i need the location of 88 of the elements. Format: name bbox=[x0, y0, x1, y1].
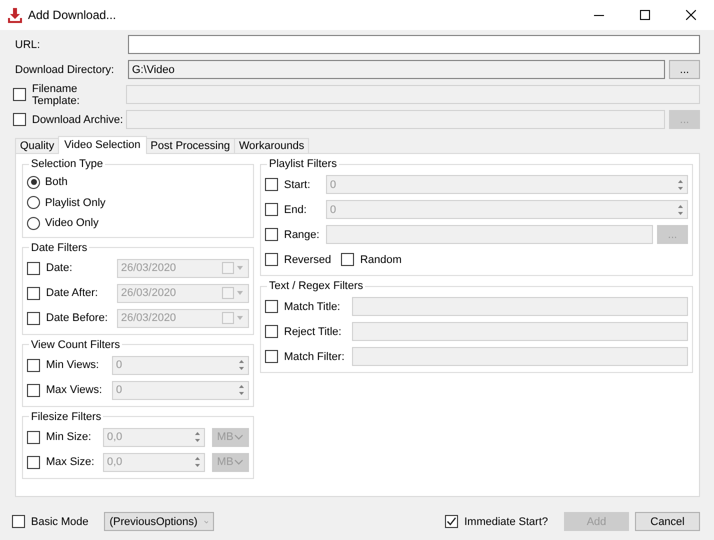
date-picker[interactable]: 26/03/2020 bbox=[117, 308, 249, 328]
checkbox-label: Max Size: bbox=[46, 456, 96, 468]
group-title: Text / Regex Filters bbox=[268, 280, 364, 292]
calendar-dropdown-icon bbox=[222, 262, 244, 274]
checkbox-label: Match Title: bbox=[284, 300, 342, 312]
checkbox[interactable] bbox=[265, 228, 278, 241]
archive-field[interactable] bbox=[126, 110, 665, 129]
window-title: Add Download... bbox=[28, 8, 116, 22]
checkbox[interactable] bbox=[265, 203, 278, 216]
checkbox-label: Filename Template: bbox=[32, 82, 81, 106]
checkbox[interactable] bbox=[27, 430, 40, 444]
browse-button[interactable]: ... bbox=[669, 110, 700, 129]
checkbox-label: Min Size: bbox=[46, 431, 92, 443]
checkbox[interactable] bbox=[12, 515, 25, 528]
date-picker[interactable]: 26/03/2020 bbox=[117, 284, 249, 302]
profile-dropdown[interactable]: (PreviousOptions) bbox=[104, 512, 214, 531]
group-title: Selection Type bbox=[30, 158, 104, 170]
date-picker[interactable]: 26/03/2020 bbox=[117, 258, 249, 278]
group-title: Filesize Filters bbox=[30, 410, 102, 422]
spin-box[interactable]: 0,0 bbox=[103, 428, 205, 446]
maximize-icon[interactable] bbox=[640, 10, 650, 20]
group-title: Date Filters bbox=[30, 242, 88, 254]
checkbox[interactable] bbox=[27, 286, 40, 300]
chevron-icon bbox=[234, 459, 243, 465]
template-field[interactable] bbox=[126, 85, 700, 104]
checkbox-label: Min Views: bbox=[46, 359, 100, 371]
checkbox[interactable] bbox=[265, 350, 278, 363]
filter-field[interactable] bbox=[352, 347, 688, 366]
checkbox[interactable] bbox=[445, 515, 458, 528]
checkbox-label: Immediate Start? bbox=[464, 516, 548, 528]
checkbox-label: End: bbox=[284, 204, 308, 216]
checkbox[interactable] bbox=[27, 384, 40, 396]
chevron-icon bbox=[234, 434, 243, 440]
radio-label: Playlist Only bbox=[45, 196, 106, 209]
spin-box[interactable]: 0,0 bbox=[103, 452, 205, 472]
checkbox-label: Reject Title: bbox=[284, 326, 342, 338]
spin-box[interactable]: 0 bbox=[112, 356, 249, 374]
filter-field[interactable] bbox=[352, 322, 688, 341]
tab[interactable]: Workarounds bbox=[234, 138, 310, 154]
radio-label: Video Only bbox=[45, 217, 99, 230]
checkbox[interactable] bbox=[13, 113, 26, 126]
checkbox-label: Download Archive: bbox=[32, 114, 124, 126]
checkbox[interactable] bbox=[265, 300, 278, 313]
directory-field[interactable]: G:\Video bbox=[128, 60, 665, 79]
calendar-dropdown-icon bbox=[222, 287, 244, 299]
checkbox-label: Max Views: bbox=[46, 384, 104, 396]
group-title: Playlist Filters bbox=[268, 158, 338, 170]
checkbox[interactable] bbox=[27, 358, 40, 372]
filter-field[interactable] bbox=[352, 297, 688, 316]
checkbox-label: Date Before: bbox=[46, 312, 109, 324]
field-label: URL: bbox=[15, 38, 42, 50]
checkbox-label: Random bbox=[360, 254, 402, 266]
checkbox-label: Basic Mode bbox=[31, 516, 88, 528]
checkbox[interactable] bbox=[265, 253, 278, 266]
spin-box[interactable]: 0 bbox=[112, 380, 249, 400]
checkbox[interactable] bbox=[265, 178, 278, 191]
download-icon bbox=[8, 7, 22, 23]
checkbox[interactable] bbox=[265, 325, 278, 338]
checkbox[interactable] bbox=[27, 312, 40, 324]
checkbox[interactable] bbox=[27, 262, 40, 274]
checkbox[interactable] bbox=[13, 88, 26, 101]
tab[interactable]: Video Selection bbox=[58, 136, 146, 154]
browse-button[interactable]: ... bbox=[669, 60, 700, 79]
checkbox-label: Date After: bbox=[46, 287, 99, 299]
spin-box[interactable]: 0 bbox=[326, 200, 688, 219]
checkbox[interactable] bbox=[341, 253, 354, 266]
checkbox-label: Match Filter: bbox=[284, 350, 346, 362]
checkbox-label: Start: bbox=[284, 178, 312, 190]
group-title: View Count Filters bbox=[30, 338, 122, 350]
close-icon[interactable] bbox=[686, 10, 696, 20]
radio-button[interactable] bbox=[27, 196, 40, 210]
tab[interactable]: Post Processing bbox=[146, 138, 235, 154]
checkbox-label: Reversed bbox=[284, 254, 332, 266]
field-label: Download Directory: bbox=[15, 64, 116, 76]
calendar-dropdown-icon bbox=[222, 312, 244, 324]
url-field[interactable] bbox=[128, 35, 700, 54]
checkbox-label: Date: bbox=[46, 262, 74, 274]
spin-box[interactable]: 0 bbox=[326, 175, 688, 194]
browse-button[interactable]: ... bbox=[657, 225, 688, 244]
checkbox[interactable] bbox=[27, 456, 40, 468]
radio-button[interactable] bbox=[27, 176, 40, 189]
tab[interactable]: Quality bbox=[15, 138, 60, 154]
dialog-button[interactable]: Cancel bbox=[635, 512, 700, 531]
radio-button[interactable] bbox=[27, 216, 40, 230]
range-field[interactable] bbox=[326, 225, 653, 244]
radio-label: Both bbox=[45, 176, 68, 188]
chevron-icon bbox=[204, 518, 208, 524]
checkbox-label: Range: bbox=[284, 228, 320, 240]
